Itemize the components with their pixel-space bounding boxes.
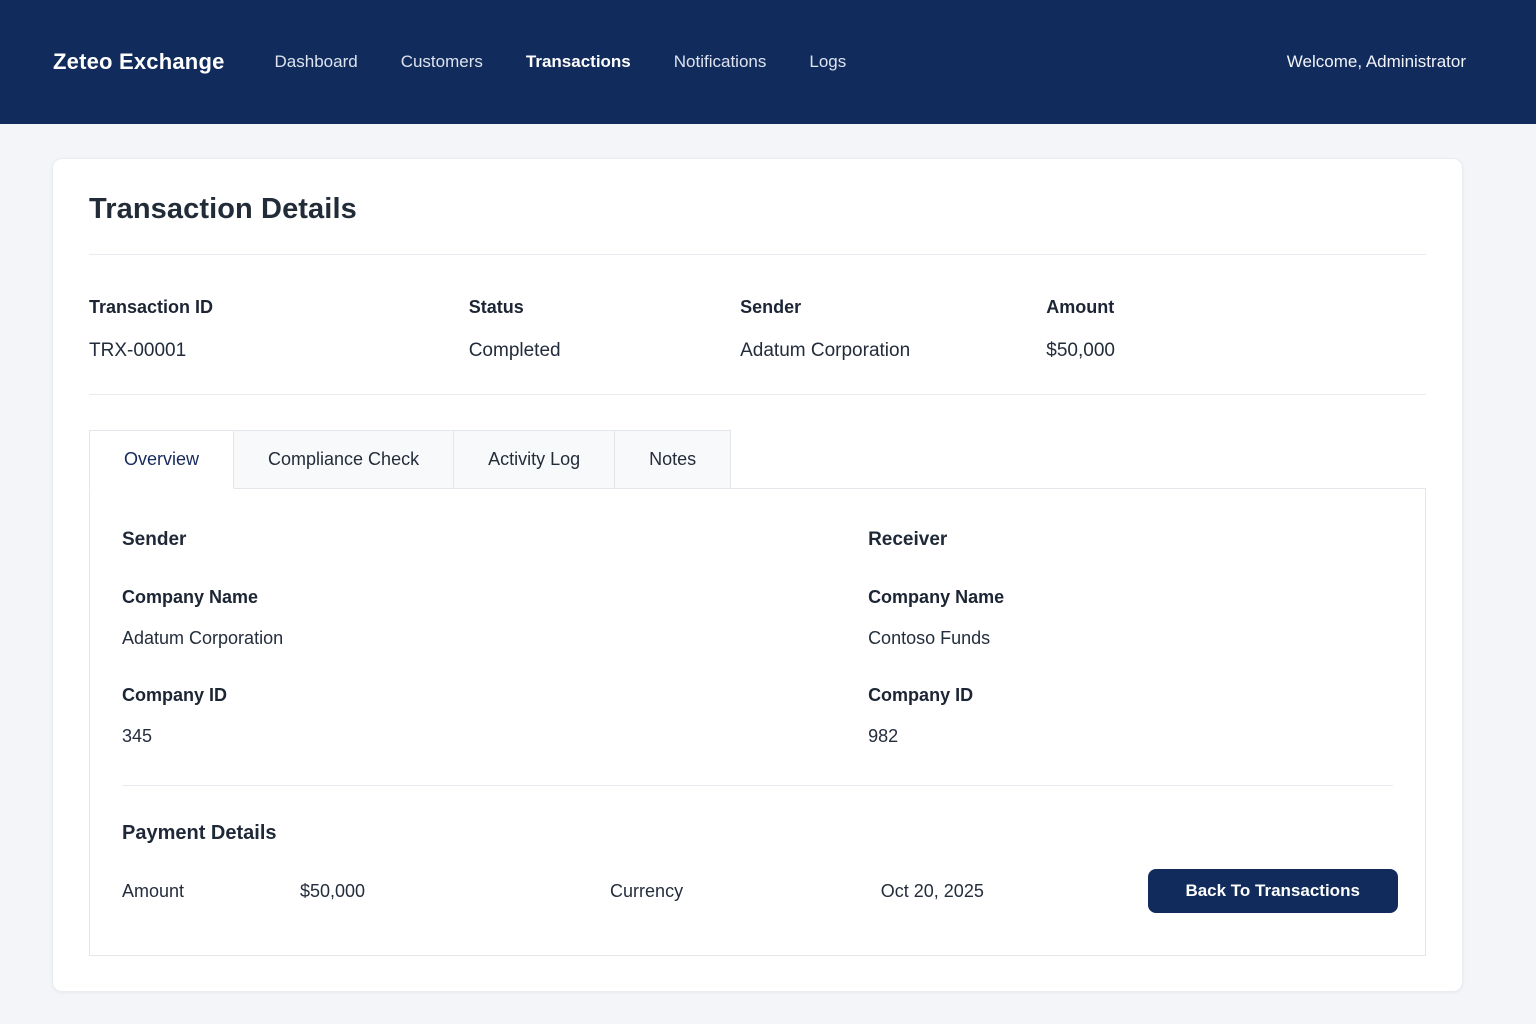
tab-compliance-check[interactable]: Compliance Check — [234, 430, 454, 488]
welcome-text: Welcome, Administrator — [1287, 52, 1466, 72]
payment-amount-value: $50,000 — [300, 881, 610, 902]
brand-logo[interactable]: Zeteo Exchange — [53, 49, 225, 75]
summary-transaction-id: Transaction ID TRX-00001 — [89, 297, 469, 362]
sender-company-name: Adatum Corporation — [122, 628, 868, 649]
receiver-heading: Receiver — [868, 529, 1393, 551]
tab-overview[interactable]: Overview — [89, 430, 234, 489]
receiver-section: Receiver Company Name Contoso Funds Comp… — [868, 529, 1393, 747]
summary-value: Adatum Corporation — [740, 340, 1046, 362]
status-value: Completed — [469, 340, 740, 362]
summary-value: TRX-00001 — [89, 340, 469, 362]
sender-company-id: 345 — [122, 726, 868, 747]
summary-value: $50,000 — [1046, 340, 1426, 362]
summary-amount: Amount $50,000 — [1046, 297, 1426, 362]
summary-sender: Sender Adatum Corporation — [740, 297, 1046, 362]
payment-details-heading: Payment Details — [122, 822, 1393, 845]
back-to-transactions-button[interactable]: Back To Transactions — [1148, 869, 1398, 913]
nav-item-customers[interactable]: Customers — [401, 52, 483, 72]
payment-divider — [122, 785, 1393, 786]
sender-heading: Sender — [122, 529, 868, 551]
company-id-label: Company ID — [868, 685, 1393, 706]
summary-status: Status Completed — [469, 297, 740, 362]
nav-item-transactions[interactable]: Transactions — [526, 52, 631, 72]
payment-currency-value: Oct 20, 2025 — [881, 881, 1148, 902]
payment-amount-label: Amount — [122, 881, 300, 902]
summary-label: Sender — [740, 297, 1046, 318]
tab-strip: Overview Compliance Check Activity Log N… — [89, 430, 1426, 488]
summary-label: Amount — [1046, 297, 1426, 318]
page-title: Transaction Details — [89, 193, 1426, 226]
summary-label: Transaction ID — [89, 297, 469, 318]
transaction-details-card: Transaction Details Transaction ID TRX-0… — [52, 158, 1463, 992]
payment-currency-label: Currency — [610, 881, 881, 902]
receiver-company-id: 982 — [868, 726, 1393, 747]
summary-divider — [89, 394, 1426, 395]
summary-row: Transaction ID TRX-00001 Status Complete… — [89, 297, 1426, 362]
summary-label: Status — [469, 297, 740, 318]
company-name-label: Company Name — [868, 587, 1393, 608]
overview-tab-panel: Sender Company Name Adatum Corporation C… — [89, 488, 1426, 956]
nav-item-logs[interactable]: Logs — [809, 52, 846, 72]
title-divider — [89, 254, 1426, 255]
sender-section: Sender Company Name Adatum Corporation C… — [122, 529, 868, 747]
top-navbar: Zeteo Exchange Dashboard Customers Trans… — [0, 0, 1536, 124]
tab-notes[interactable]: Notes — [615, 430, 731, 488]
payment-row: Amount $50,000 Currency Oct 20, 2025 Bac… — [122, 869, 1393, 913]
parties-grid: Sender Company Name Adatum Corporation C… — [122, 529, 1393, 747]
company-name-label: Company Name — [122, 587, 868, 608]
company-id-label: Company ID — [122, 685, 868, 706]
tab-activity-log[interactable]: Activity Log — [454, 430, 615, 488]
nav-links: Dashboard Customers Transactions Notific… — [275, 52, 847, 72]
nav-item-notifications[interactable]: Notifications — [674, 52, 767, 72]
nav-item-dashboard[interactable]: Dashboard — [275, 52, 358, 72]
receiver-company-name: Contoso Funds — [868, 628, 1393, 649]
